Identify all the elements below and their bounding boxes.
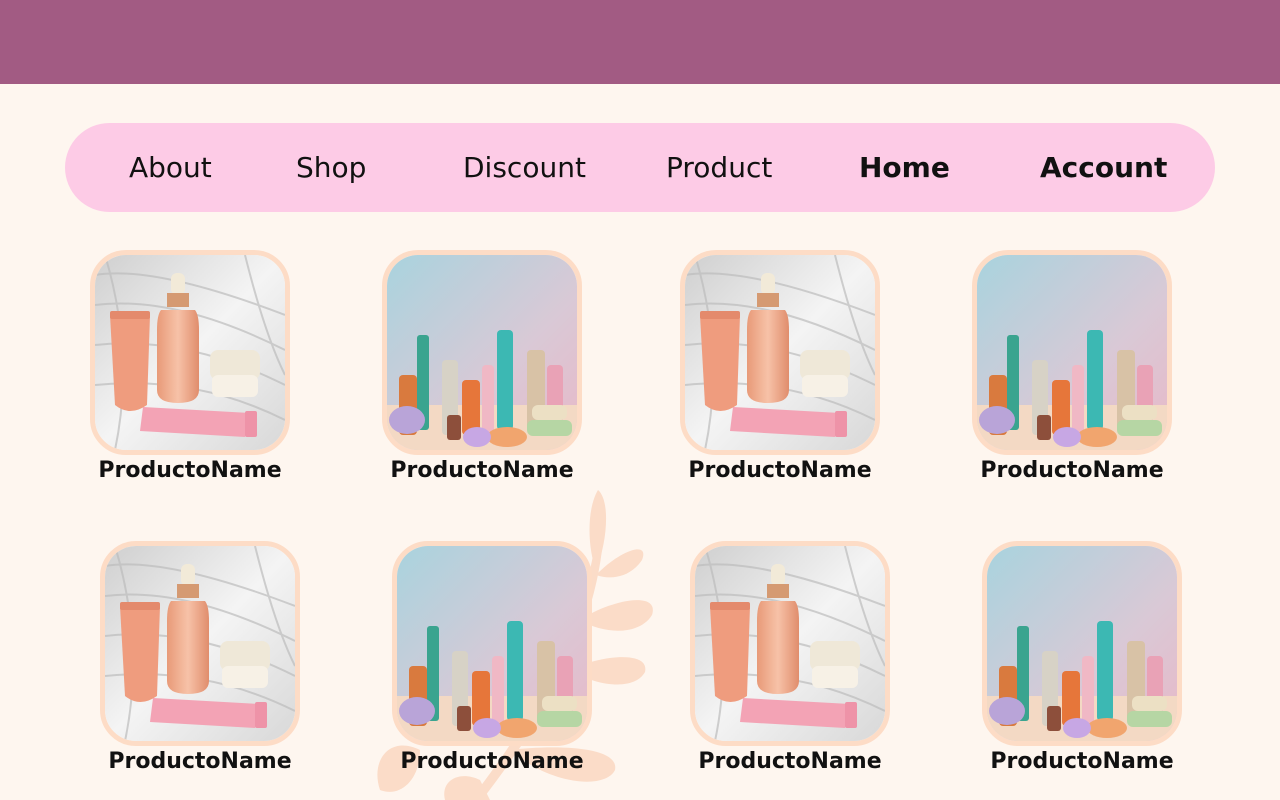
nav-item-product[interactable]: Product xyxy=(666,123,772,212)
main-nav: About Shop Discount Product Home Account xyxy=(65,123,1215,212)
product-image[interactable] xyxy=(392,541,592,746)
nav-item-shop[interactable]: Shop xyxy=(296,123,366,212)
product-card[interactable]: ProductoName xyxy=(972,250,1172,483)
serum-bottle-tube-jar-photo xyxy=(105,546,295,741)
assorted-cosmetic-bottles-photo xyxy=(977,255,1167,450)
product-card[interactable]: ProductoName xyxy=(382,250,582,483)
assorted-cosmetic-bottles-photo xyxy=(387,255,577,450)
product-name[interactable]: ProductoName xyxy=(372,749,612,774)
nav-item-discount[interactable]: Discount xyxy=(463,123,586,212)
product-image[interactable] xyxy=(100,541,300,746)
product-name[interactable]: ProductoName xyxy=(952,458,1192,483)
nav-item-about[interactable]: About xyxy=(129,123,212,212)
serum-bottle-tube-jar-photo xyxy=(95,255,285,450)
serum-bottle-tube-jar-photo xyxy=(685,255,875,450)
product-name[interactable]: ProductoName xyxy=(70,458,310,483)
header-bar xyxy=(0,0,1280,84)
product-image[interactable] xyxy=(982,541,1182,746)
product-image[interactable] xyxy=(680,250,880,455)
product-image[interactable] xyxy=(90,250,290,455)
product-card[interactable]: ProductoName xyxy=(392,541,592,774)
product-card[interactable]: ProductoName xyxy=(690,541,890,774)
product-image[interactable] xyxy=(690,541,890,746)
product-name[interactable]: ProductoName xyxy=(362,458,602,483)
nav-item-home[interactable]: Home xyxy=(859,123,950,212)
assorted-cosmetic-bottles-photo xyxy=(987,546,1177,741)
product-name[interactable]: ProductoName xyxy=(660,458,900,483)
serum-bottle-tube-jar-photo xyxy=(695,546,885,741)
assorted-cosmetic-bottles-photo xyxy=(397,546,587,741)
nav-item-account[interactable]: Account xyxy=(1040,123,1167,212)
product-card[interactable]: ProductoName xyxy=(982,541,1182,774)
product-image[interactable] xyxy=(972,250,1172,455)
product-card[interactable]: ProductoName xyxy=(100,541,300,774)
product-image[interactable] xyxy=(382,250,582,455)
product-card[interactable]: ProductoName xyxy=(680,250,880,483)
product-name[interactable]: ProductoName xyxy=(962,749,1202,774)
product-card[interactable]: ProductoName xyxy=(90,250,290,483)
product-name[interactable]: ProductoName xyxy=(670,749,910,774)
product-name[interactable]: ProductoName xyxy=(80,749,320,774)
